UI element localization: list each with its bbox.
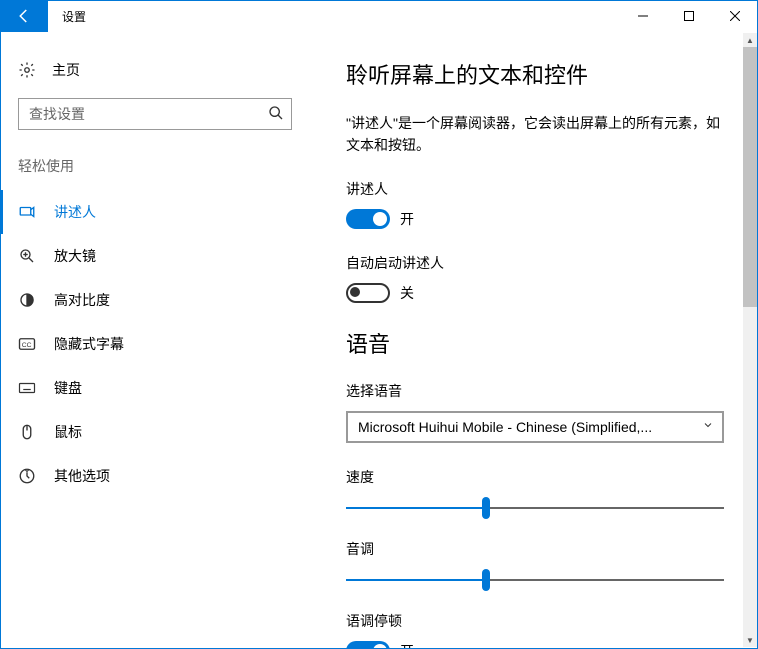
speed-thumb[interactable] [482, 497, 490, 519]
autostart-toggle[interactable] [346, 283, 390, 303]
sidebar-item-keyboard[interactable]: 键盘 [0, 366, 310, 410]
scroll-down-icon[interactable]: ▼ [743, 633, 757, 647]
sidebar-section-label: 轻松使用 [0, 156, 310, 190]
speed-slider[interactable] [346, 497, 724, 519]
search-icon [268, 105, 284, 121]
voice-select-label: 选择语音 [346, 381, 728, 401]
search-input[interactable] [18, 98, 292, 130]
contrast-icon [18, 291, 36, 309]
search-container [18, 98, 292, 130]
pitch-thumb[interactable] [482, 569, 490, 591]
back-button[interactable] [0, 0, 48, 32]
pause-toggle[interactable] [346, 641, 390, 649]
autostart-label: 自动启动讲述人 [346, 253, 728, 273]
content-pane: 聆听屏幕上的文本和控件 "讲述人"是一个屏幕阅读器，它会读出屏幕上的所有元素，如… [310, 32, 758, 649]
sidebar-item-magnifier[interactable]: 放大镜 [0, 234, 310, 278]
sidebar-item-label: 讲述人 [54, 202, 96, 222]
pause-label: 语调停顿 [346, 611, 728, 631]
sidebar-item-other[interactable]: 其他选项 [0, 454, 310, 498]
sidebar: 主页 轻松使用 讲述人 放大镜 高对比度 CC 隐藏式字幕 键盘 鼠 [0, 32, 310, 649]
sidebar-item-mouse[interactable]: 鼠标 [0, 410, 310, 454]
sidebar-item-contrast[interactable]: 高对比度 [0, 278, 310, 322]
sidebar-item-label: 隐藏式字幕 [54, 334, 124, 354]
sidebar-item-label: 高对比度 [54, 290, 110, 310]
voice-heading: 语音 [346, 327, 728, 359]
keyboard-icon [18, 379, 36, 397]
magnifier-icon [18, 247, 36, 265]
titlebar: 设置 [0, 0, 758, 32]
vertical-scrollbar[interactable]: ▲ ▼ [743, 33, 757, 647]
close-button[interactable] [712, 0, 758, 32]
scroll-thumb[interactable] [743, 47, 757, 307]
pitch-label: 音调 [346, 539, 728, 559]
other-icon [18, 467, 36, 485]
narrator-icon [18, 203, 36, 221]
pitch-slider[interactable] [346, 569, 724, 591]
svg-text:CC: CC [22, 342, 32, 349]
scroll-up-icon[interactable]: ▲ [743, 33, 757, 47]
maximize-button[interactable] [666, 0, 712, 32]
pause-state: 开 [400, 641, 414, 649]
sidebar-item-label: 鼠标 [54, 422, 82, 442]
sidebar-item-label: 键盘 [54, 378, 82, 398]
narrator-label: 讲述人 [346, 179, 728, 199]
sidebar-item-narrator[interactable]: 讲述人 [0, 190, 310, 234]
page-description: "讲述人"是一个屏幕阅读器，它会读出屏幕上的所有元素，如文本和按钮。 [346, 112, 724, 157]
sidebar-item-label: 放大镜 [54, 246, 96, 266]
window-controls [620, 0, 758, 32]
sidebar-item-cc[interactable]: CC 隐藏式字幕 [0, 322, 310, 366]
mouse-icon [18, 423, 36, 441]
voice-selected-text: Microsoft Huihui Mobile - Chinese (Simpl… [358, 419, 652, 435]
sidebar-item-label: 其他选项 [54, 466, 110, 486]
home-link[interactable]: 主页 [0, 52, 310, 98]
page-heading: 聆听屏幕上的文本和控件 [346, 58, 728, 90]
autostart-state: 关 [400, 283, 414, 303]
gear-icon [18, 61, 36, 79]
minimize-button[interactable] [620, 0, 666, 32]
home-label: 主页 [52, 60, 80, 80]
window-title: 设置 [48, 0, 620, 32]
narrator-state: 开 [400, 209, 414, 229]
speed-label: 速度 [346, 467, 728, 487]
voice-select[interactable]: Microsoft Huihui Mobile - Chinese (Simpl… [346, 411, 724, 443]
cc-icon: CC [18, 335, 36, 353]
narrator-toggle[interactable] [346, 209, 390, 229]
chevron-down-icon [702, 419, 714, 434]
